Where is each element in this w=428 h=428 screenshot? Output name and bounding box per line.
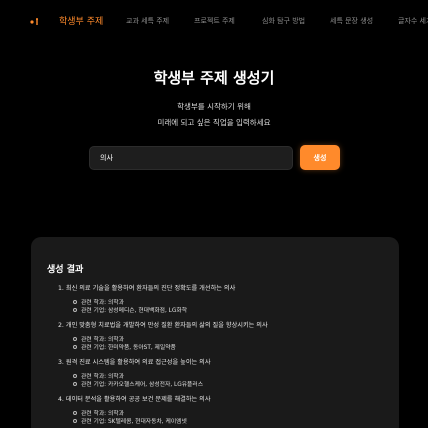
topic-3-company: 관련 기업: 카카오헬스케어, 삼성전자, LG유플러스 <box>73 379 203 388</box>
topic-4-company: 관련 기업: SK텔레콤, 현대자동차, 케이엠넷 <box>73 416 187 425</box>
nav-item-deep-research[interactable]: 심화 탐구 방법 <box>262 16 305 26</box>
topic-1-company: 관련 기업: 삼성메디슨, 현대백화점, LG화학 <box>73 305 187 314</box>
bullet-icon <box>73 418 77 423</box>
bullet-icon <box>73 336 77 341</box>
topic-item-2: 2. 개인 맞춤형 치료법을 개발하여 만성 질환 환자들의 삶의 질을 향상시… <box>58 322 268 329</box>
bullet-icon <box>73 307 77 312</box>
nav-item-student-record-topic[interactable]: 학생부 주제 <box>59 14 103 27</box>
page-title: 학생부 주제 생성기 <box>153 69 275 87</box>
bullet-icon <box>73 373 77 378</box>
topic-item-3: 3. 원격 진료 시스템을 활용하여 의료 접근성을 높이는 의사 <box>58 359 211 366</box>
bullet-icon <box>73 299 77 304</box>
nav-item-sentence-generator[interactable]: 세특 문장 생성 <box>330 16 373 26</box>
bullet-icon <box>73 381 77 386</box>
topic-3-company-text: 관련 기업: 카카오헬스케어, 삼성전자, LG유플러스 <box>81 382 204 388</box>
topic-item-4: 4. 데이터 분석을 활용하여 공공 보건 문제를 해결하는 의사 <box>58 396 211 403</box>
logo-icon[interactable] <box>29 16 41 28</box>
subtitle-line-2: 미래에 되고 싶은 직업을 입력하세요 <box>157 118 271 127</box>
nav-item-subject-topic[interactable]: 교과 세특 주제 <box>126 16 169 26</box>
topic-1-company-text: 관련 기업: 삼성메디슨, 현대백화점, LG화학 <box>81 308 188 314</box>
topic-2-company: 관련 기업: 한미약품, 동아ST, 제일약품 <box>73 342 176 351</box>
topic-item-1: 1. 최신 의료 기술을 활용하여 환자들의 진단 정확도를 개선하는 의사 <box>58 285 236 292</box>
job-input[interactable] <box>89 146 293 170</box>
nav-item-char-counter[interactable]: 글자수 세기 <box>398 16 428 26</box>
result-title: 생성 결과 <box>47 265 84 275</box>
nav-item-project-topic[interactable]: 프로젝트 주제 <box>194 16 235 26</box>
bullet-icon <box>73 344 77 349</box>
bullet-icon <box>73 410 77 415</box>
topic-4-company-text: 관련 기업: SK텔레콤, 현대자동차, 케이엠넷 <box>81 419 187 425</box>
subtitle-line-1: 학생부를 시작하기 위해 <box>177 102 251 111</box>
top-nav: 학생부 주제 교과 세특 주제 프로젝트 주제 심화 탐구 방법 세특 문장 생… <box>0 0 428 44</box>
topic-2-company-text: 관련 기업: 한미약품, 동아ST, 제일약품 <box>81 345 176 351</box>
generate-button[interactable]: 생성 <box>300 145 340 170</box>
